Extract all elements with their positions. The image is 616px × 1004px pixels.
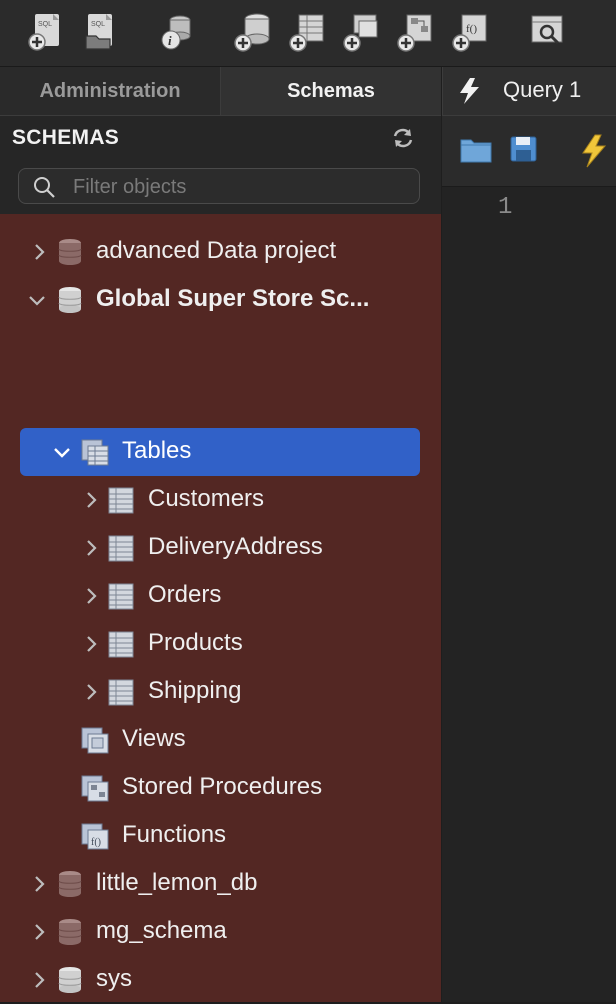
tree-item-table[interactable]: Orders (0, 572, 441, 620)
table-name: Customers (148, 485, 265, 512)
search-icon (34, 177, 55, 198)
chevron-right-icon[interactable] (30, 920, 50, 944)
create-view-icon[interactable] (342, 12, 380, 52)
table-name: DeliveryAddress (148, 533, 323, 560)
tree-item-table[interactable]: DeliveryAddress (0, 524, 441, 572)
stored-procedures-label: Stored Procedures (122, 773, 323, 800)
execute-lightning-icon[interactable] (580, 134, 608, 168)
open-folder-icon[interactable] (460, 134, 492, 164)
chevron-right-icon[interactable] (30, 968, 50, 992)
chevron-right-icon[interactable] (82, 488, 102, 512)
tab-administration[interactable]: Administration (0, 67, 221, 115)
tree-item-schema[interactable]: mg_schema (0, 908, 441, 956)
database-icon (58, 967, 82, 993)
svg-text:f(): f() (91, 837, 101, 848)
table-name: Products (148, 629, 243, 656)
table-icon (108, 631, 134, 658)
schema-info-icon[interactable]: i (156, 12, 194, 52)
svg-text:SQL: SQL (38, 21, 52, 28)
tables-list: Customers DeliveryAddress Orders Product… (0, 214, 441, 1002)
chevron-right-icon[interactable] (82, 536, 102, 560)
tree-item-table[interactable]: Products (0, 620, 441, 668)
table-icon (108, 487, 134, 514)
refresh-icon[interactable] (390, 126, 416, 150)
schema-name: sys (96, 965, 132, 992)
query-tab-label: Query 1 (503, 77, 582, 102)
main-toolbar: SQL SQL i f() (0, 0, 616, 67)
tree-item-schema[interactable]: sys (0, 956, 441, 1004)
chevron-right-icon[interactable] (82, 584, 102, 608)
tree-item-schema[interactable]: little_lemon_db (0, 860, 441, 908)
schema-name: little_lemon_db (96, 869, 258, 896)
new-sql-file-icon[interactable]: SQL (27, 12, 65, 52)
editor-tab-strip: Query 1 (442, 67, 616, 116)
tree-item-table[interactable]: Shipping (0, 668, 441, 716)
query-editor[interactable]: 1 (442, 116, 616, 1002)
save-icon[interactable] (509, 134, 539, 164)
schemas-panel: SCHEMAS advanced Data project Global Sup… (0, 116, 441, 1002)
sidebar-tab-strip: Administration Schemas (0, 67, 441, 116)
functions-folder-icon: f() (81, 823, 109, 850)
table-icon (108, 679, 134, 706)
create-table-icon[interactable] (288, 12, 326, 52)
chevron-right-icon[interactable] (82, 632, 102, 656)
panel-title: SCHEMAS (12, 126, 120, 149)
database-icon (58, 871, 82, 897)
table-icon (108, 583, 134, 610)
tab-schemas[interactable]: Schemas (221, 67, 441, 115)
create-function-icon[interactable]: f() (451, 12, 489, 52)
tree-item-functions[interactable]: f() Functions (0, 812, 441, 860)
functions-label: Functions (122, 821, 227, 848)
schema-name: mg_schema (96, 917, 227, 944)
views-label: Views (122, 725, 186, 752)
open-sql-file-icon[interactable]: SQL (80, 12, 118, 52)
schemas-panel-header: SCHEMAS (0, 116, 441, 214)
chevron-right-icon[interactable] (30, 872, 50, 896)
views-folder-icon (81, 727, 109, 754)
svg-text:f(): f() (466, 23, 477, 35)
lightning-bolt-icon (460, 78, 479, 104)
inspector-icon[interactable] (529, 12, 567, 52)
tab-query-1[interactable]: Query 1 (443, 67, 616, 115)
line-number: 1 (498, 194, 513, 221)
filter-objects-input[interactable] (71, 172, 405, 202)
procedures-folder-icon (81, 775, 109, 802)
tree-item-views[interactable]: Views (0, 716, 441, 764)
create-procedure-icon[interactable] (396, 12, 434, 52)
tree-item-table[interactable]: Customers (0, 476, 441, 524)
editor-toolbar (442, 116, 616, 187)
chevron-right-icon[interactable] (82, 680, 102, 704)
table-name: Orders (148, 581, 222, 608)
svg-text:SQL: SQL (91, 21, 105, 28)
database-icon (58, 919, 82, 945)
tree-item-stored-procedures[interactable]: Stored Procedures (0, 764, 441, 812)
filter-objects-field[interactable] (18, 168, 420, 204)
create-schema-icon[interactable] (233, 12, 271, 52)
table-name: Shipping (148, 677, 242, 704)
svg-text:i: i (168, 33, 172, 48)
table-icon (108, 535, 134, 562)
